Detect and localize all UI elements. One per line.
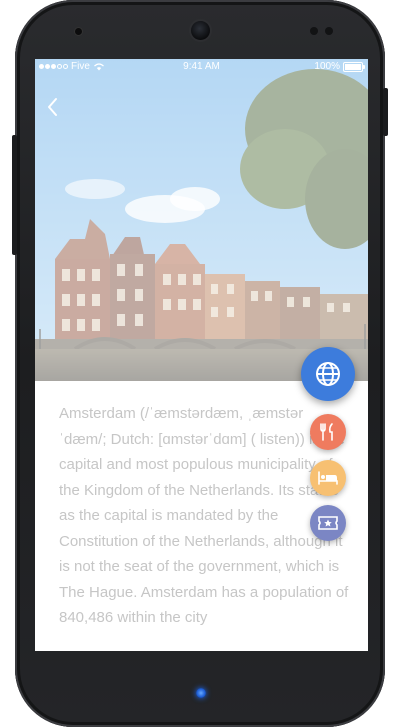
ticket-icon xyxy=(318,516,338,530)
globe-fab-button[interactable] xyxy=(301,347,355,401)
front-camera xyxy=(191,21,210,40)
hero-image xyxy=(35,59,368,381)
restaurant-icon xyxy=(320,423,333,441)
ticket-fab-button[interactable] xyxy=(310,505,346,541)
notification-led xyxy=(196,688,206,698)
status-bar: Five 9:41 AM 100% xyxy=(35,59,368,75)
hotel-bed-icon xyxy=(318,471,338,485)
power-button xyxy=(383,88,388,136)
battery-percent: 100% xyxy=(314,61,340,72)
restaurant-fab-button[interactable] xyxy=(310,414,346,450)
earpiece-dot xyxy=(75,28,82,35)
globe-icon xyxy=(316,362,340,386)
status-right: 100% xyxy=(314,61,365,72)
hero-overlay xyxy=(35,59,368,381)
battery-icon xyxy=(343,61,365,72)
volume-button xyxy=(12,135,17,255)
hotel-fab-button[interactable] xyxy=(310,460,346,496)
light-sensor xyxy=(325,27,333,35)
proximity-sensor xyxy=(310,27,318,35)
article-text: Amsterdam (/ˈæmstərdæm, ˌæmstərˈdæm/; Du… xyxy=(59,405,349,626)
back-arrow-icon[interactable] xyxy=(41,95,65,119)
